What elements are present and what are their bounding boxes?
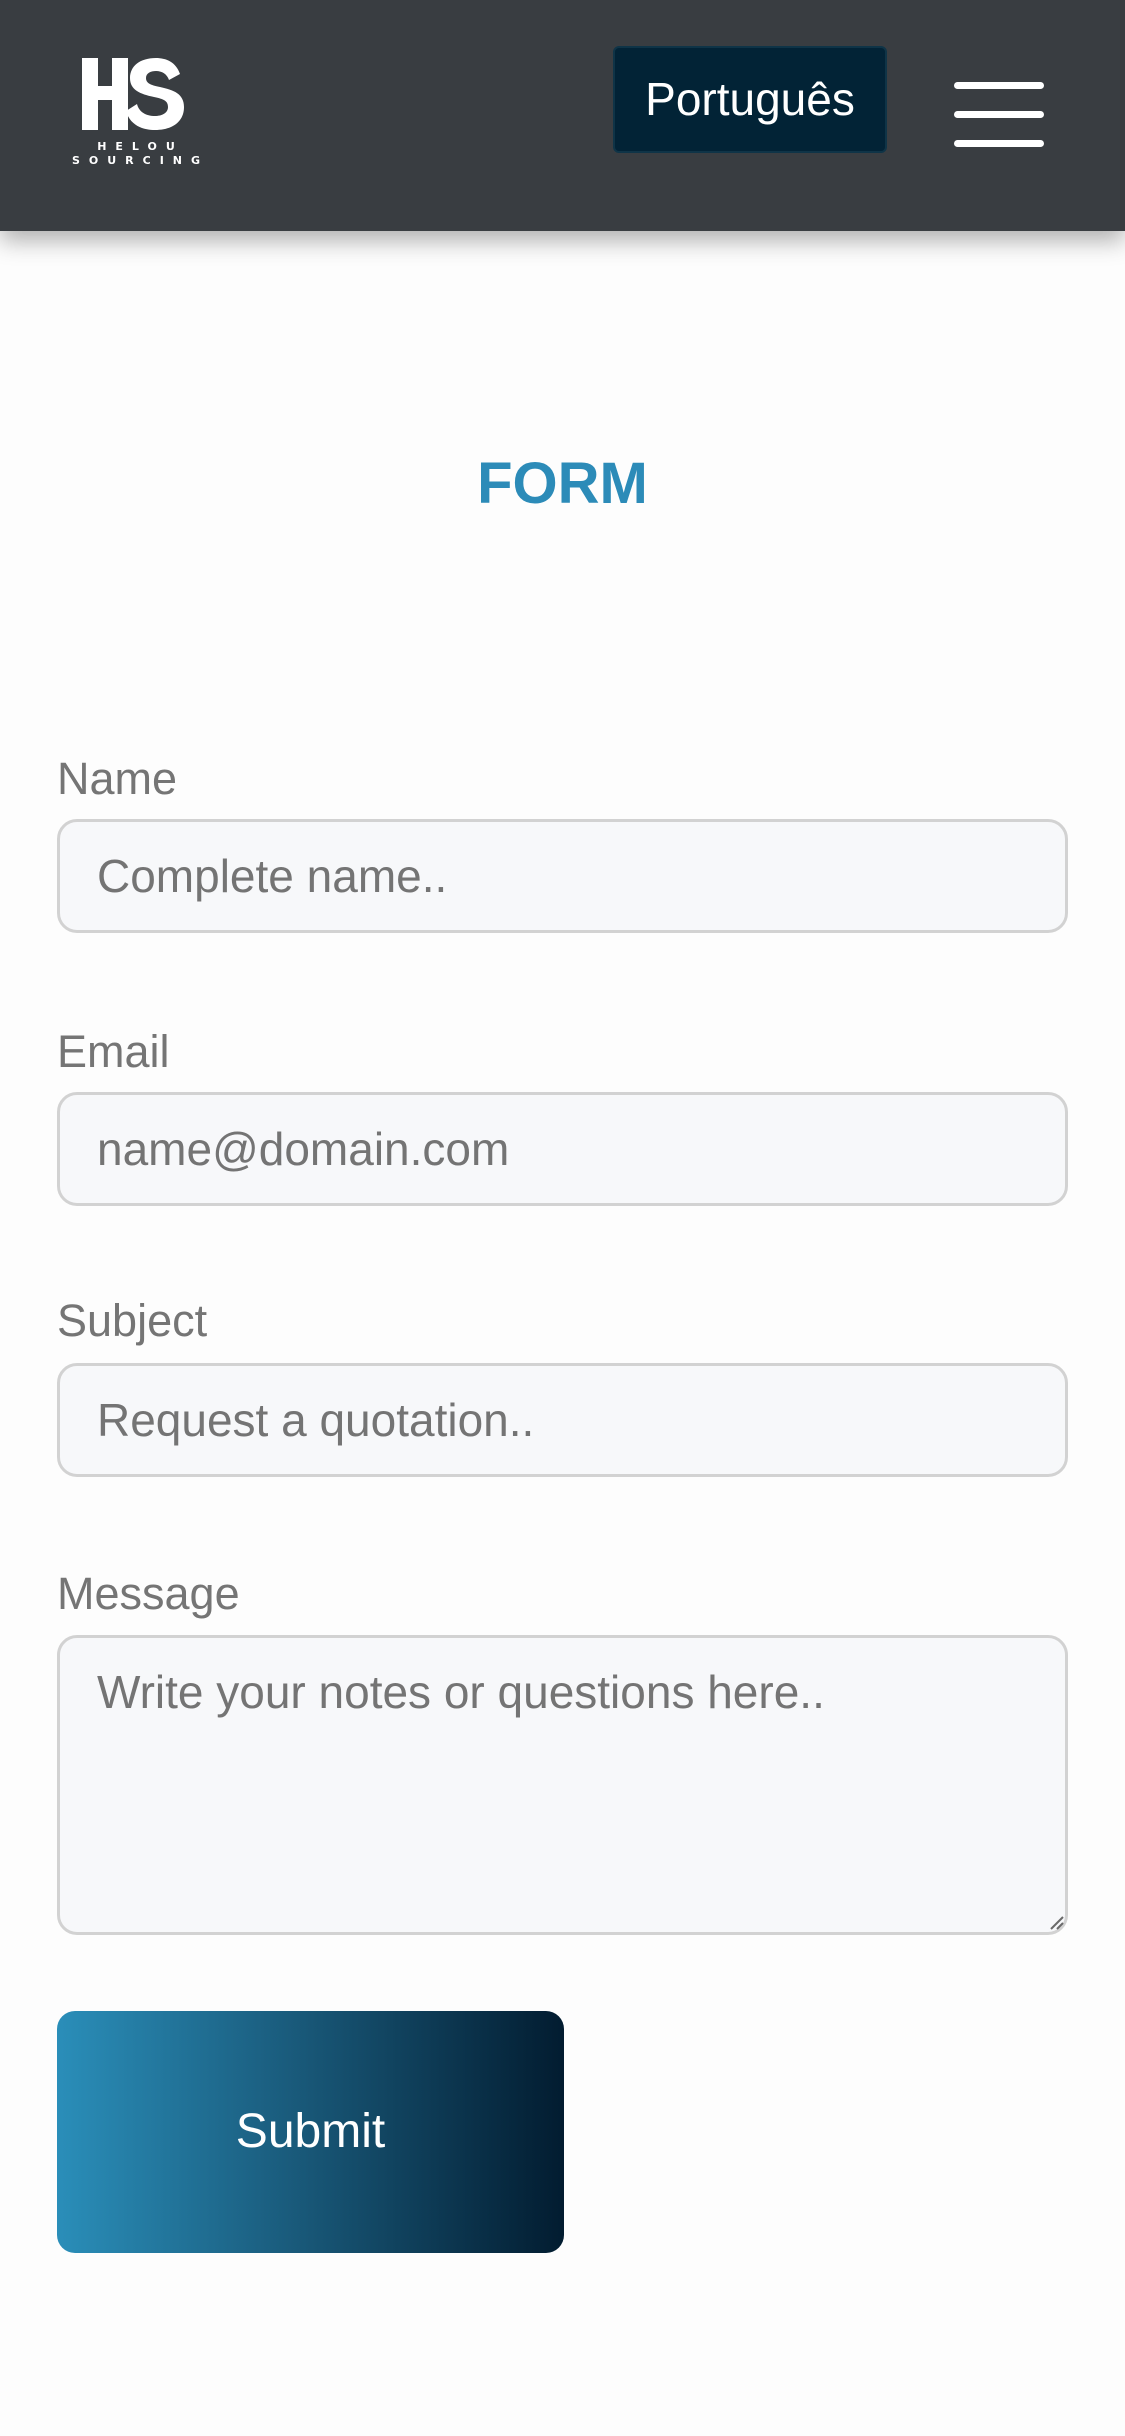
submit-button[interactable]: Submit [57,2011,564,2253]
message-textarea[interactable] [57,1635,1068,1935]
logo-line-sourcing: SOURCING [71,154,210,167]
subject-input[interactable] [57,1363,1068,1477]
menu-bar-middle [954,111,1044,118]
subject-label: Subject [57,1295,208,1346]
hamburger-menu-icon[interactable] [954,82,1044,148]
top-navbar: HELOU SOURCING Português [0,0,1125,231]
message-label: Message [57,1568,240,1619]
email-input[interactable] [57,1092,1068,1206]
name-input[interactable] [57,819,1068,933]
logo-wordmark: HELOU SOURCING [58,140,214,168]
helou-sourcing-logo[interactable]: HELOU SOURCING [58,56,214,176]
name-label: Name [57,753,178,804]
hs-logo-mark-icon [82,58,184,130]
menu-bar-top [954,82,1044,89]
form-title: FORM [477,451,648,516]
resize-handle-icon[interactable] [1046,1912,1064,1930]
menu-bar-bottom [954,140,1044,147]
language-switch-button[interactable]: Português [613,46,887,153]
logo-line-helou: HELOU [97,140,184,153]
email-label: Email [57,1026,170,1077]
